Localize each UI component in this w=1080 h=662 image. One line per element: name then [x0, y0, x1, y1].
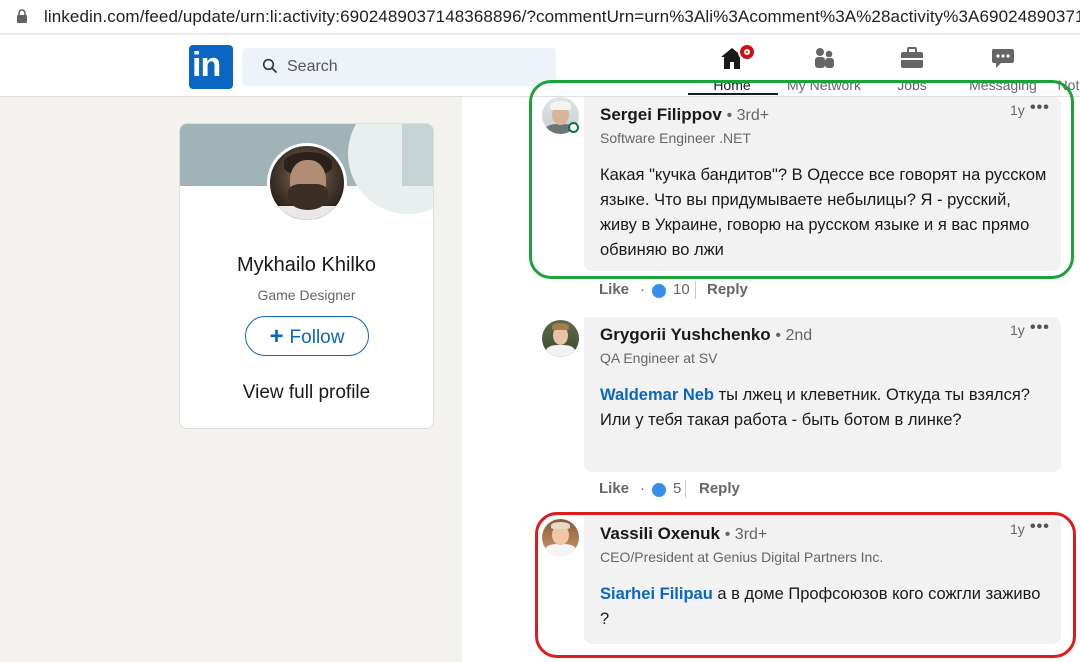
divider [685, 480, 686, 498]
profile-card: Mykhailo Khilko Game Designer + Follow Vi… [179, 123, 434, 429]
connection-degree: • 2nd [775, 327, 813, 344]
lock-icon [17, 9, 27, 23]
mention-link[interactable]: Waldemar Neb [600, 386, 714, 404]
plus-icon: + [269, 323, 284, 350]
commenter-avatar[interactable] [542, 320, 579, 357]
separator-dot: · [640, 281, 645, 298]
view-full-profile-link[interactable]: View full profile [180, 382, 433, 404]
comment-bubble: Grygorii Yushchenko • 2nd QA Engineer at… [584, 317, 1061, 472]
separator-dot: · [640, 480, 645, 497]
follow-button[interactable]: + Follow [245, 316, 369, 356]
network-icon [815, 48, 834, 68]
commenter-name[interactable]: Grygorii Yushchenko • 2nd [600, 325, 812, 345]
comment-text: Waldemar Neb ты лжец и клеветник. Откуда… [600, 386, 1030, 429]
messaging-icon [992, 49, 1014, 68]
search-icon [262, 58, 278, 74]
briefcase-icon [901, 47, 923, 68]
profile-name[interactable]: Mykhailo Khilko [180, 254, 433, 277]
divider [695, 281, 696, 299]
reply-button[interactable]: Reply [707, 281, 748, 298]
like-button[interactable]: Like [599, 480, 629, 497]
like-reaction-icon [651, 283, 667, 299]
search-input[interactable]: Search [242, 48, 556, 86]
like-reaction-icon [651, 482, 667, 498]
comment-time: 1y [1010, 322, 1025, 338]
commenter-headline: QA Engineer at SV [600, 350, 718, 366]
more-options-icon[interactable]: ••• [1030, 319, 1050, 337]
green-highlight-outline [529, 80, 1074, 279]
url-text[interactable]: linkedin.com/feed/update/urn:li:activity… [44, 7, 1080, 27]
reaction-count[interactable]: 5 [673, 480, 681, 497]
red-highlight-outline [535, 512, 1076, 658]
browser-url-bar[interactable]: linkedin.com/feed/update/urn:li:activity… [0, 0, 1080, 34]
profile-avatar[interactable] [267, 143, 347, 223]
reply-button[interactable]: Reply [699, 480, 740, 497]
follow-label: Follow [289, 327, 345, 348]
reaction-count[interactable]: 10 [673, 281, 690, 298]
notification-badge [738, 43, 756, 61]
search-placeholder: Search [287, 58, 338, 75]
linkedin-logo[interactable]: in [189, 45, 233, 89]
profile-title: Game Designer [257, 287, 356, 303]
like-button[interactable]: Like [599, 281, 629, 298]
